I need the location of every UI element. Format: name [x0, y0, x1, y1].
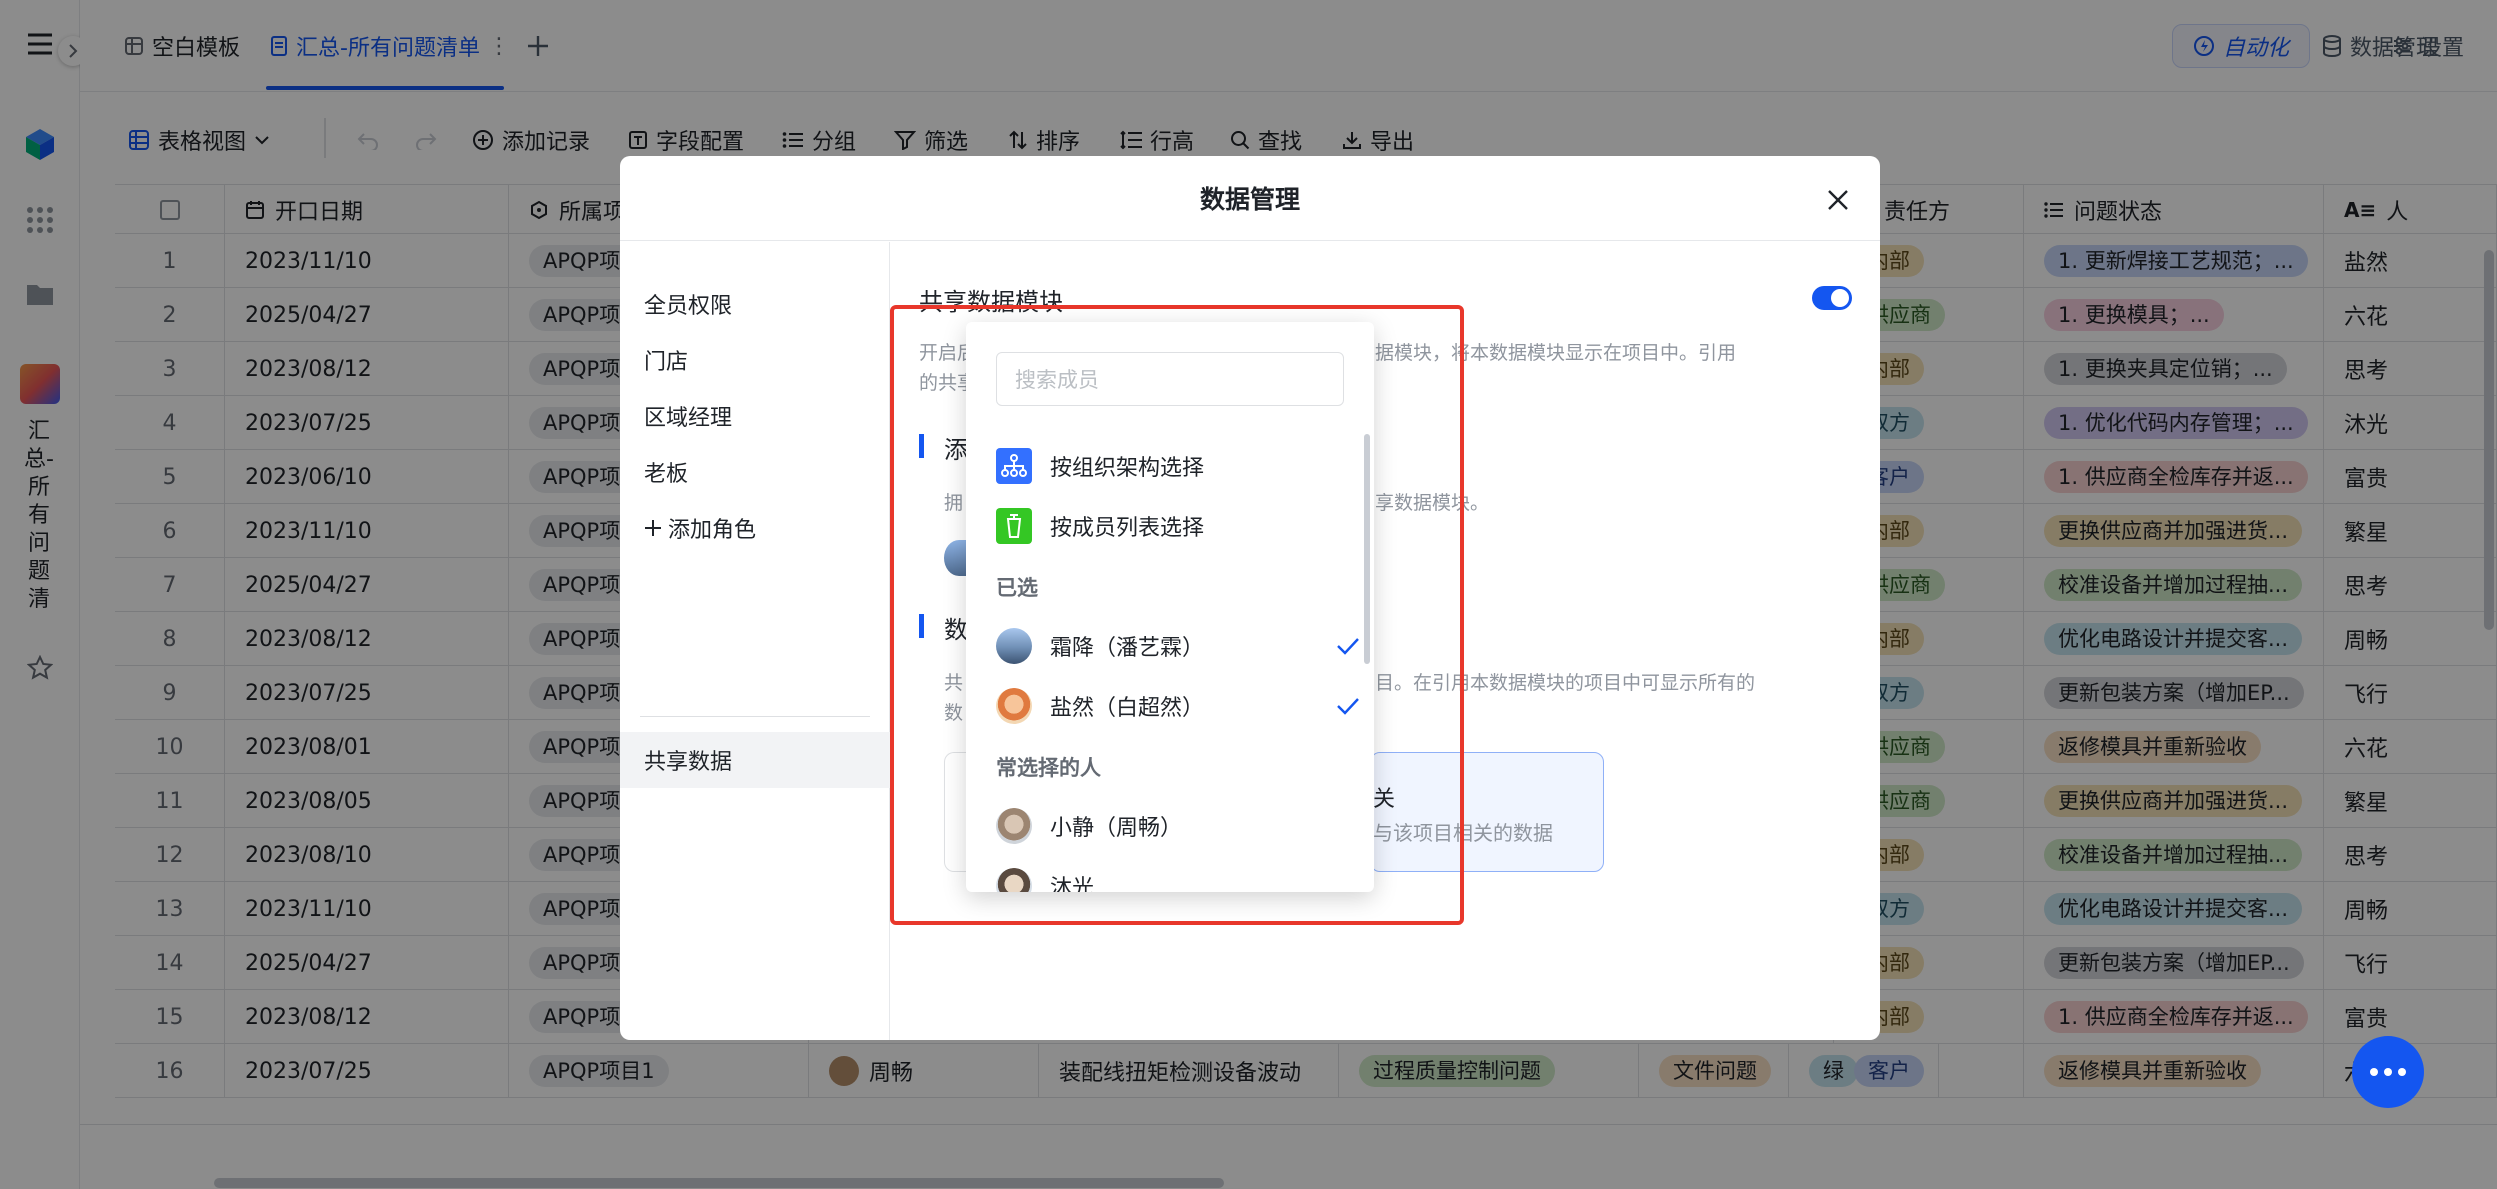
- nav-store[interactable]: 门店: [644, 340, 688, 380]
- avatar: [996, 688, 1032, 724]
- member-list-icon: [996, 508, 1032, 544]
- frequent-group-label: 常选择的人: [996, 756, 1101, 780]
- avatar: [996, 628, 1032, 664]
- option-label: 按成员列表选择: [1050, 516, 1205, 541]
- dialog-title: 数据管理: [620, 156, 1880, 241]
- member-search-input[interactable]: 搜索成员: [996, 352, 1344, 406]
- org-chart-icon: [996, 448, 1032, 484]
- member-name: 盐然（白超然）: [1050, 696, 1205, 721]
- avatar: [996, 808, 1032, 844]
- add-role-button[interactable]: 添加角色: [644, 508, 756, 548]
- member-name: 霜降（潘艺霖）: [1050, 636, 1205, 661]
- member-name: 小静（周畅）: [1050, 816, 1183, 841]
- dialog-sidebar: 全员权限 门店 区域经理 老板 添加角色 共享数据: [620, 242, 890, 1040]
- selected-member-shuangjiang[interactable]: 霜降（潘艺霖）: [996, 626, 1359, 666]
- avatar: [996, 868, 1032, 892]
- selected-member-yanran[interactable]: 盐然（白超然）: [996, 686, 1359, 726]
- dropdown-scrollbar[interactable]: [1364, 434, 1370, 664]
- select-by-list-option[interactable]: 按成员列表选择: [996, 506, 1204, 546]
- search-placeholder: 搜索成员: [1015, 368, 1099, 392]
- check-icon: [1336, 637, 1360, 655]
- nav-shared-data[interactable]: 共享数据: [644, 740, 732, 780]
- select-by-org-option[interactable]: 按组织架构选择: [996, 446, 1204, 486]
- member-name: 沐光: [1050, 876, 1095, 892]
- chat-assistant-button[interactable]: [2352, 1036, 2424, 1108]
- nav-boss[interactable]: 老板: [644, 452, 688, 492]
- nav-all-members-permission[interactable]: 全员权限: [644, 284, 732, 324]
- nav-regional-manager[interactable]: 区域经理: [644, 396, 732, 436]
- check-icon: [1336, 697, 1360, 715]
- member-picker-dropdown: 搜索成员 按组织架构选择 按成员列表选择 已选 霜降（潘艺霖） 盐然（白超然） …: [966, 322, 1374, 892]
- frequent-member-xiaojing[interactable]: 小静（周畅）: [996, 806, 1182, 846]
- frequent-member-muguang[interactable]: 沐光: [996, 866, 1094, 892]
- shared-module-toggle[interactable]: [1812, 286, 1852, 310]
- sidebar-divider: [640, 716, 870, 717]
- add-role-label: 添加角色: [668, 518, 757, 543]
- plus-icon: [644, 519, 662, 537]
- close-icon[interactable]: [1820, 182, 1856, 218]
- selected-group-label: 已选: [996, 576, 1038, 600]
- option-label: 按组织架构选择: [1050, 456, 1205, 481]
